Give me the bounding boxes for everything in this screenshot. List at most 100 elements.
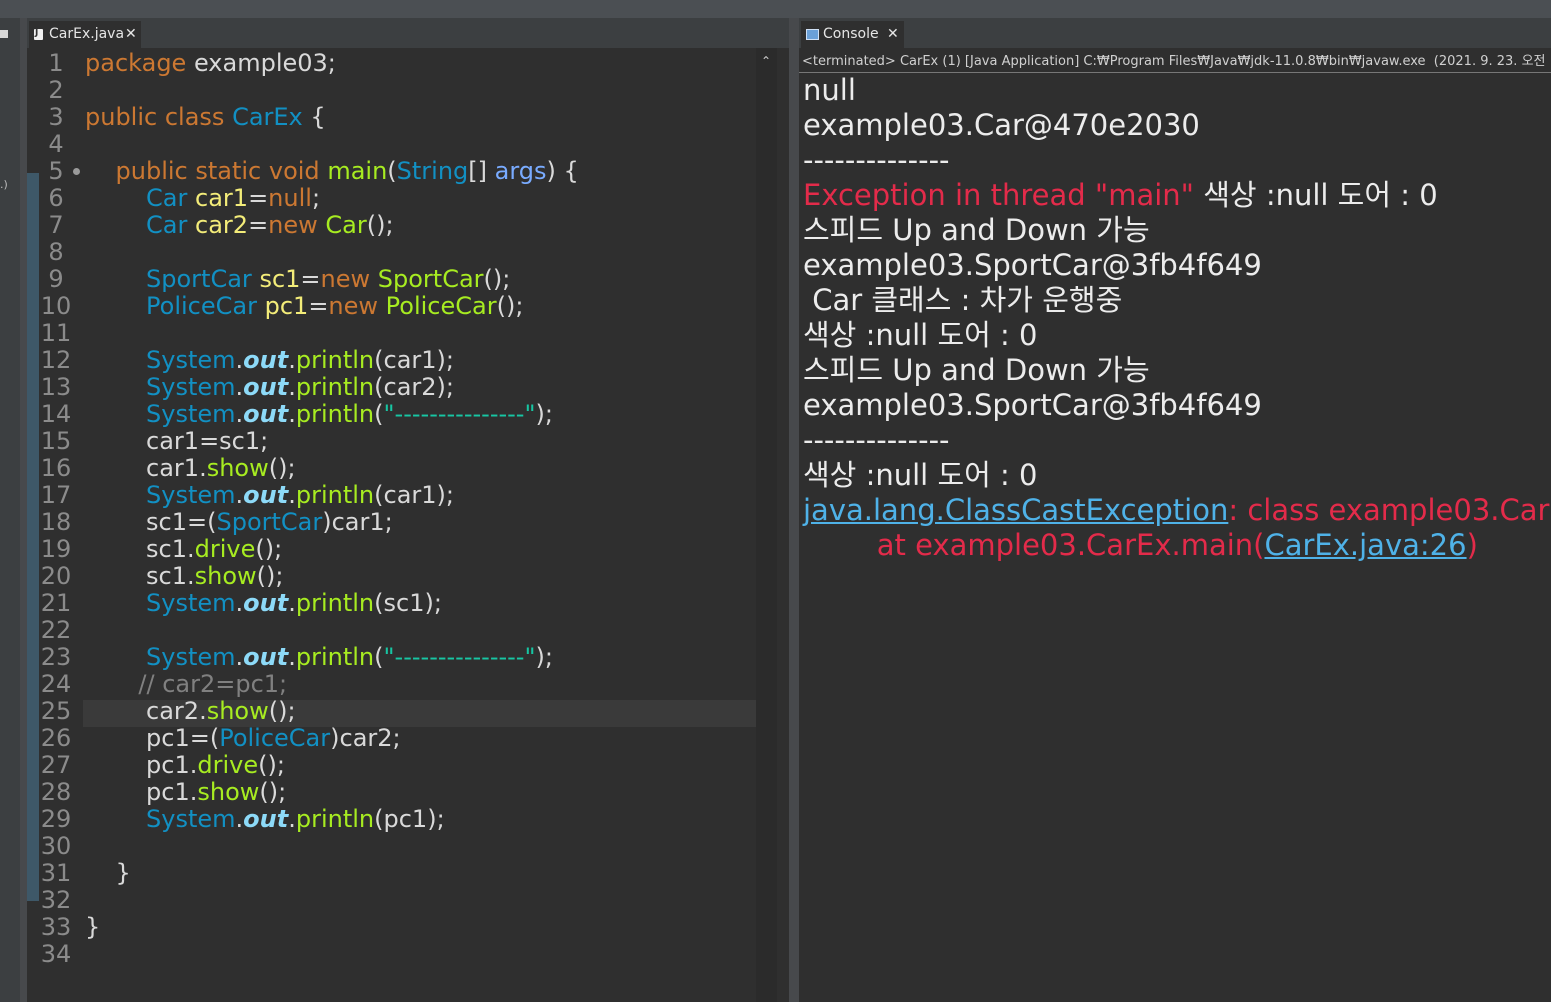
line-number: 7 (48, 211, 64, 239)
code-token: (sc1); (374, 589, 442, 617)
line-number: 15 (40, 427, 72, 455)
code-token: pc1. (85, 751, 198, 779)
line-number: 20 (40, 562, 72, 590)
code-token: println (295, 643, 375, 671)
stacktrace-link[interactable]: CarEx.java:26 (1264, 528, 1466, 562)
editor-vertical-scrollbar[interactable]: ⌃ (756, 48, 777, 1002)
code-line[interactable]: sc1=(SportCar)car1; (85, 509, 393, 536)
code-token: [] (468, 157, 495, 185)
code-line[interactable]: } (85, 914, 100, 941)
line-number: 34 (40, 940, 72, 968)
fold-marker-icon[interactable] (73, 168, 80, 175)
code-token: show (194, 562, 257, 590)
code-line[interactable]: public static void main(String[] args) { (85, 158, 579, 185)
code-line[interactable]: // car2=pc1; (85, 671, 287, 698)
console-text: example03.SportCar@3fb4f649 (803, 248, 1262, 282)
code-line[interactable]: SportCar sc1=new SportCar(); (85, 266, 510, 293)
console-text: Exception in thread "main" (803, 178, 1204, 212)
code-token: drive (197, 751, 259, 779)
code-line[interactable]: System.out.println("---------------"); (85, 644, 553, 671)
code-line[interactable]: sc1.show(); (85, 563, 283, 590)
code-area[interactable]: 1 package example03; 2 3 public class CarEx … (27, 48, 777, 1002)
code-token: car2. (85, 697, 207, 725)
console-text: -------------- (803, 143, 950, 177)
console-tab-bar: Console ✕ (799, 18, 1551, 48)
code-token: new (268, 211, 318, 239)
scroll-up-icon[interactable]: ⌃ (761, 54, 771, 68)
code-token: null (268, 184, 312, 212)
line-number: 9 (48, 265, 64, 293)
line-number: 30 (40, 832, 72, 860)
code-line[interactable]: car1.show(); (85, 455, 296, 482)
code-token: car1=sc1; (85, 427, 269, 455)
console-view: Console ✕ <terminated> CarEx (1) [Java A… (799, 18, 1551, 1002)
code-token: String (396, 157, 469, 185)
code-line[interactable]: System.out.println(pc1); (85, 806, 445, 833)
code-token: out (243, 481, 289, 509)
line-number: 12 (40, 346, 72, 374)
code-line[interactable]: System.out.println(car1); (85, 482, 454, 509)
code-token: println (295, 400, 375, 428)
stacktrace-link[interactable]: java.lang.ClassCastException (803, 493, 1228, 527)
code-token: example03; (186, 49, 336, 77)
code-line[interactable]: car2.show(); (85, 698, 296, 725)
close-icon[interactable]: ✕ (125, 21, 137, 48)
window-top-strip (0, 0, 1551, 18)
code-token: // car2=pc1; (138, 670, 288, 698)
console-line: Car 클래스 : 차가 운행중 (803, 283, 1122, 318)
code-line[interactable]: pc1.drive(); (85, 752, 285, 779)
code-token: . (288, 400, 296, 428)
console-text: example03.Car@470e2030 (803, 108, 1200, 142)
code-line[interactable]: sc1.drive(); (85, 536, 282, 563)
code-line[interactable]: Car car2=new Car(); (85, 212, 394, 239)
code-token: ); (535, 643, 553, 671)
code-token: PoliceCar (146, 292, 257, 320)
panel-splitter[interactable] (789, 18, 799, 1002)
code-line[interactable]: } (85, 860, 131, 887)
line-number: 29 (40, 805, 72, 833)
code-token: SportCar (216, 508, 323, 536)
line-number: 25 (40, 697, 72, 725)
line-number: 19 (40, 535, 72, 563)
code-line[interactable]: car1=sc1; (85, 428, 268, 455)
code-line[interactable]: pc1=(PoliceCar)car2; (85, 725, 401, 752)
code-line[interactable]: System.out.println(car2); (85, 374, 454, 401)
line-number: 8 (48, 238, 64, 266)
code-line[interactable]: PoliceCar pc1=new PoliceCar(); (85, 293, 523, 320)
java-file-icon (34, 28, 43, 40)
code-line[interactable]: System.out.println(car1); (85, 347, 454, 374)
code-token: PoliceCar (219, 724, 331, 752)
code-line[interactable]: pc1.show(); (85, 779, 286, 806)
minimize-view-icon[interactable] (0, 30, 8, 38)
code-line[interactable]: System.out.println("---------------"); (85, 401, 553, 428)
code-token: SportCar (377, 265, 484, 293)
tab-console[interactable]: Console ✕ (801, 21, 904, 48)
tab-carex-java[interactable]: CarEx.java ✕ (29, 21, 141, 48)
code-token: ; (311, 184, 321, 212)
close-icon[interactable]: ✕ (887, 21, 899, 48)
code-token: = (308, 292, 329, 320)
code-line[interactable]: public class CarEx { (85, 104, 326, 131)
line-number: 26 (40, 724, 72, 752)
code-token: ); (535, 400, 553, 428)
console-text: : class example03.Car cannot be cast (1228, 493, 1550, 527)
code-token: println (295, 481, 375, 509)
code-token: } (85, 913, 101, 941)
console-text: null (803, 73, 856, 107)
code-token: public class (85, 103, 225, 131)
code-token: System (146, 373, 236, 401)
code-line[interactable]: System.out.println(sc1); (85, 590, 442, 617)
console-text: 스피드 Up and Down 가능 (803, 213, 1150, 247)
console-text: 색상 :null 도어 : 0 (1203, 178, 1438, 212)
code-line[interactable]: Car car1=null; (85, 185, 320, 212)
left-toolbar-strip: .) (0, 18, 20, 1002)
code-line[interactable]: package example03; (85, 50, 336, 77)
code-token: System (146, 643, 236, 671)
